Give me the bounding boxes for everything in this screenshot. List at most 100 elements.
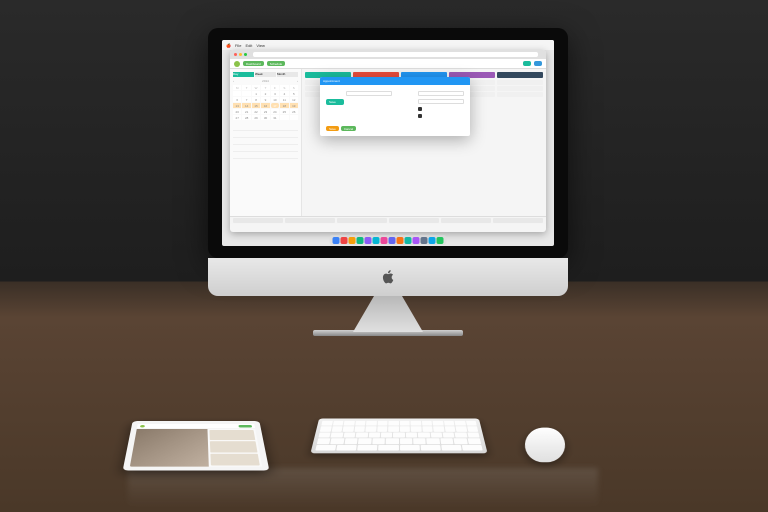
- calendar-day[interactable]: 6: [233, 97, 241, 102]
- calendar-day[interactable]: 26: [290, 109, 298, 114]
- keyboard-key[interactable]: [366, 421, 377, 426]
- keyboard-key[interactable]: [422, 426, 433, 431]
- dock-app-icon[interactable]: [333, 237, 340, 244]
- keyboard-key[interactable]: [358, 438, 371, 444]
- keyboard-key[interactable]: [455, 421, 466, 426]
- keyboard-key[interactable]: [467, 432, 480, 437]
- keyboard-key[interactable]: [443, 432, 455, 437]
- keyboard-key[interactable]: [388, 426, 398, 431]
- tab-month[interactable]: Month: [277, 72, 298, 77]
- calendar-day[interactable]: 5: [290, 91, 298, 96]
- macos-menubar[interactable]: 🍎 File Edit View: [222, 40, 554, 50]
- calendar-day[interactable]: 17: [271, 103, 279, 108]
- tab-day[interactable]: Day: [233, 72, 254, 77]
- dock-app-icon[interactable]: [365, 237, 372, 244]
- keyboard-key[interactable]: [372, 438, 385, 444]
- calendar-day[interactable]: 16: [261, 103, 269, 108]
- list-item[interactable]: [233, 124, 298, 131]
- dock-app-icon[interactable]: [349, 237, 356, 244]
- menu-item[interactable]: File: [235, 43, 241, 48]
- nav-button[interactable]: Schedule: [267, 61, 286, 66]
- calendar-day[interactable]: [290, 115, 298, 120]
- keyboard-key[interactable]: [413, 438, 426, 444]
- keyboard-key[interactable]: [332, 421, 343, 426]
- bottom-tab[interactable]: [389, 218, 439, 223]
- keyboard-key[interactable]: [355, 421, 366, 426]
- calendar-day[interactable]: 3: [271, 91, 279, 96]
- action-button[interactable]: [523, 61, 531, 66]
- keyboard-key[interactable]: [317, 438, 331, 444]
- text-input[interactable]: [418, 91, 464, 96]
- keyboard-key[interactable]: [365, 426, 376, 431]
- keyboard-key[interactable]: [336, 445, 357, 451]
- dock-app-icon[interactable]: [437, 237, 444, 244]
- tab-week[interactable]: Week: [255, 72, 276, 77]
- save-button[interactable]: Save: [326, 126, 339, 131]
- dock-app-icon[interactable]: [389, 237, 396, 244]
- list-item[interactable]: [233, 138, 298, 145]
- bottom-tab[interactable]: [285, 218, 335, 223]
- keyboard-key[interactable]: [331, 426, 342, 431]
- action-button[interactable]: [534, 61, 542, 66]
- text-input[interactable]: [346, 91, 392, 96]
- keyboard-key[interactable]: [444, 426, 455, 431]
- calendar-day[interactable]: 15: [252, 103, 260, 108]
- calendar-day[interactable]: 20: [233, 109, 241, 114]
- list-item[interactable]: [233, 131, 298, 138]
- keyboard-key[interactable]: [378, 445, 398, 451]
- dock-app-icon[interactable]: [397, 237, 404, 244]
- calendar-day[interactable]: 13: [233, 103, 241, 108]
- calendar-day[interactable]: 14: [242, 103, 250, 108]
- keyboard-key[interactable]: [467, 438, 481, 444]
- dock-app-icon[interactable]: [405, 237, 412, 244]
- calendar-day[interactable]: 31: [271, 115, 279, 120]
- checkbox[interactable]: [418, 114, 422, 118]
- column-header[interactable]: [497, 72, 543, 78]
- address-bar[interactable]: [253, 52, 538, 57]
- checkbox[interactable]: [418, 107, 422, 111]
- cancel-button[interactable]: Cancel: [341, 126, 356, 131]
- appointment-card[interactable]: [497, 86, 543, 91]
- dock-app-icon[interactable]: [373, 237, 380, 244]
- dock-app-icon[interactable]: [421, 237, 428, 244]
- keyboard-key[interactable]: [411, 426, 422, 431]
- keyboard-key[interactable]: [430, 432, 442, 437]
- list-item[interactable]: [233, 145, 298, 152]
- appointment-card[interactable]: [497, 92, 543, 97]
- keyboard-key[interactable]: [368, 432, 380, 437]
- keyboard-key[interactable]: [331, 432, 343, 437]
- thumbnail[interactable]: [210, 441, 257, 452]
- macos-dock[interactable]: [330, 235, 447, 245]
- calendar-day[interactable]: 28: [242, 115, 250, 120]
- keyboard-key[interactable]: [321, 421, 332, 426]
- keyboard-key[interactable]: [433, 426, 444, 431]
- keyboard-key[interactable]: [381, 432, 393, 437]
- calendar-day[interactable]: 10: [271, 97, 279, 102]
- keyboard-key[interactable]: [440, 438, 453, 444]
- keyboard-key[interactable]: [466, 421, 477, 426]
- menu-item[interactable]: View: [256, 43, 265, 48]
- keyboard-key[interactable]: [357, 445, 377, 451]
- calendar-day[interactable]: 19: [290, 103, 298, 108]
- close-icon[interactable]: [234, 53, 237, 56]
- keyboard-key[interactable]: [400, 438, 413, 444]
- prev-month-icon[interactable]: ‹: [233, 79, 234, 83]
- dock-app-icon[interactable]: [341, 237, 348, 244]
- keyboard-key[interactable]: [454, 438, 468, 444]
- minimize-icon[interactable]: [239, 53, 242, 56]
- keyboard-key[interactable]: [356, 432, 368, 437]
- calendar-day[interactable]: 27: [233, 115, 241, 120]
- keyboard-key[interactable]: [388, 421, 398, 426]
- calendar-day[interactable]: 18: [280, 103, 288, 108]
- keyboard-key[interactable]: [386, 438, 399, 444]
- keyboard-key[interactable]: [456, 426, 467, 431]
- menu-item[interactable]: Edit: [245, 43, 252, 48]
- calendar-day[interactable]: 22: [252, 109, 260, 114]
- list-item[interactable]: [233, 152, 298, 159]
- keyboard-key[interactable]: [344, 438, 357, 444]
- thumbnail[interactable]: [210, 430, 256, 440]
- keyboard-key[interactable]: [441, 445, 462, 451]
- keyboard-key[interactable]: [422, 421, 433, 426]
- calendar-day[interactable]: 24: [271, 109, 279, 114]
- apple-menu-icon[interactable]: 🍎: [226, 43, 231, 48]
